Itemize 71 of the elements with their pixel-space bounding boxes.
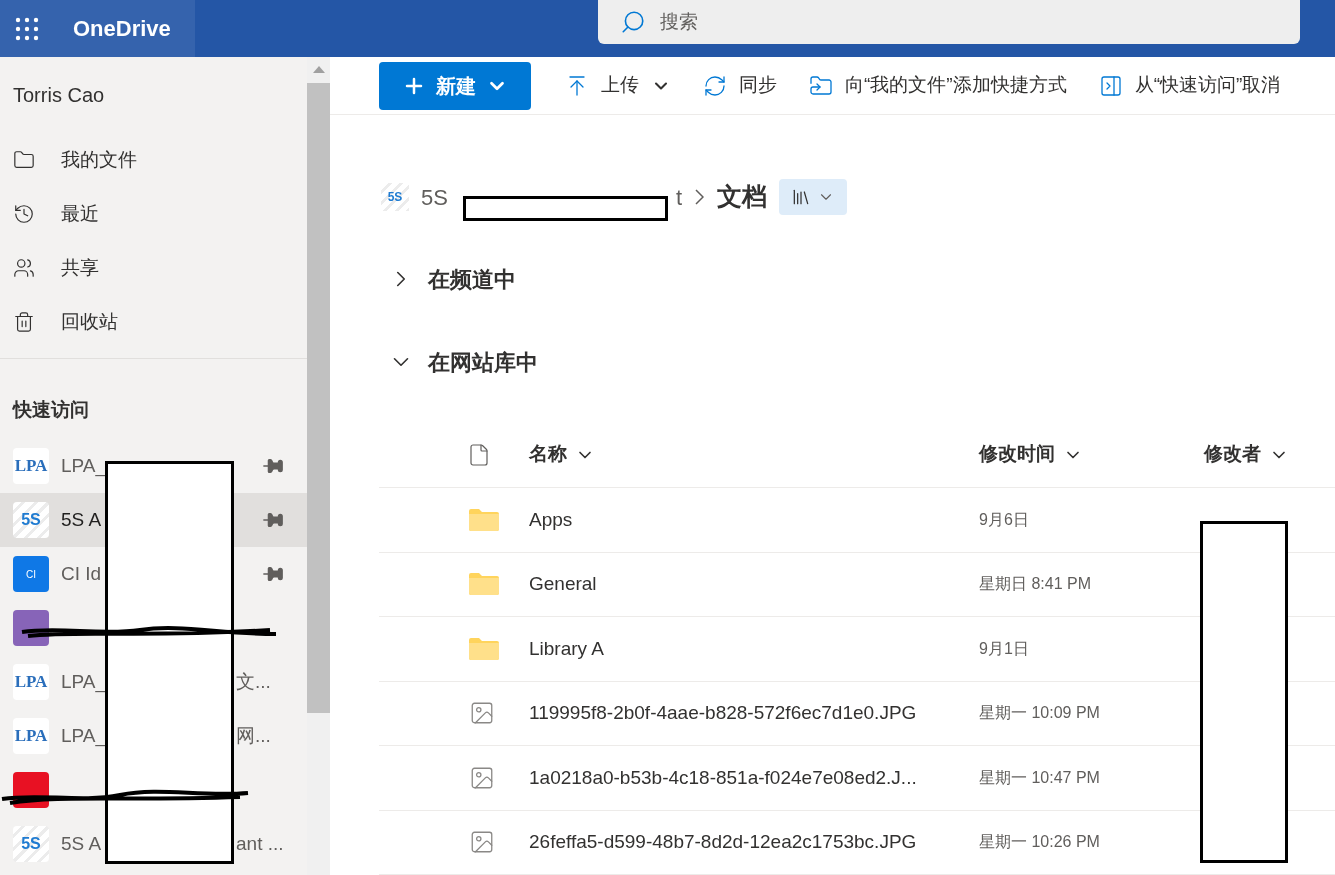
modified-time: 星期一 10:47 PM (979, 767, 1101, 788)
panel-icon (1098, 73, 1123, 98)
bin-icon (13, 311, 35, 333)
nav-item[interactable]: 最近 (0, 187, 307, 241)
nav-item[interactable]: 共享 (0, 241, 307, 295)
site-name: 5S A (61, 507, 102, 532)
site-name: LPA_ (61, 723, 107, 749)
scrollbar[interactable] (307, 57, 330, 875)
view-switcher-button[interactable] (779, 179, 848, 215)
site-name: 网... (236, 723, 271, 748)
toolbar-button[interactable]: 从“快速访问”取消 (1098, 71, 1281, 100)
file-name[interactable]: 1a0218a0-b53b-4c18-851a-f024e7e08ed2.J... (529, 763, 979, 792)
file-name[interactable]: 26feffa5-d599-48b7-8d2d-12ea2c1753bc.JPG (529, 828, 979, 857)
modified-time: 9月6日 (979, 509, 1030, 530)
user-name: Torris Cao (12, 83, 106, 108)
modified-time: 星期日 8:41 PM (979, 574, 1093, 595)
quick-access-item[interactable]: 5S 5S A ant ... (0, 817, 307, 871)
folder-icon (469, 508, 499, 531)
folder-link-icon (809, 73, 833, 98)
quick-access-item[interactable]: CI CI Id (0, 547, 307, 601)
toolbar-button[interactable]: 向“我的文件”添加快捷方式 (809, 71, 1067, 100)
section-toggle[interactable]: 在频道中 (388, 261, 1335, 297)
site-logo: LPA (13, 448, 49, 484)
chevron-right-icon (695, 189, 705, 205)
folder-icon (469, 573, 499, 596)
modified-time: 星期一 10:26 PM (979, 832, 1101, 853)
site-logo: 5S (13, 826, 49, 862)
modified-time: 星期一 10:09 PM (979, 703, 1101, 724)
column-header[interactable]: 修改者 (1204, 440, 1335, 469)
site-name: 5S A (61, 831, 102, 856)
file-name[interactable]: 119995f8-2b0f-4aae-b828-572f6ec7d1e0.JPG (529, 699, 979, 728)
modified-time: 9月1日 (979, 638, 1030, 659)
search-field[interactable]: 搜索 (598, 0, 1300, 44)
site-name: CI Id (61, 561, 102, 586)
app-title[interactable]: OneDrive (73, 12, 171, 45)
sync-icon (703, 73, 727, 98)
column-header[interactable]: 修改时间 (979, 440, 1204, 469)
breadcrumb-current: 文档 (717, 181, 768, 213)
folder-icon (13, 149, 35, 171)
section-heading: 快速访问 (11, 397, 90, 422)
quick-access-item[interactable]: LPA LPA_ 文... (0, 655, 307, 709)
site-logo: LPA (13, 718, 49, 754)
folder-icon (469, 637, 499, 660)
toolbar-button[interactable]: 同步 (703, 71, 777, 100)
search-input[interactable]: 搜索 (660, 7, 1278, 37)
site-logo: CI (13, 556, 49, 592)
nav-item[interactable]: 回收站 (0, 295, 307, 349)
file-name[interactable]: General (529, 570, 979, 599)
column-header[interactable]: 名称 (529, 440, 979, 469)
file-type-icon (467, 442, 491, 467)
breadcrumb-link[interactable]: t (675, 180, 683, 214)
site-logo: LPA (13, 664, 49, 700)
upload-button[interactable]: 上传 (565, 71, 671, 100)
site-name: LPA_ (61, 453, 107, 479)
nav-item[interactable]: 我的文件 (0, 133, 307, 187)
quick-access-item[interactable]: LPA LPA_ 网... (0, 709, 307, 763)
new-button[interactable]: 新建 (379, 61, 531, 110)
scrollbar-thumb[interactable] (307, 83, 330, 713)
search-icon (620, 9, 646, 35)
file-name[interactable]: Apps (529, 505, 979, 534)
waffle-icon (15, 16, 39, 41)
site-name: 文... (236, 669, 271, 694)
site-name: LPA_ (61, 669, 107, 695)
people-icon (13, 257, 35, 279)
breadcrumb-link[interactable]: 5S (421, 180, 448, 214)
clock-icon (13, 203, 35, 225)
site-logo: 5S (381, 183, 409, 211)
section-toggle[interactable]: 在网站库中 (388, 344, 1335, 380)
site-logo: 5S (13, 502, 49, 538)
site-name: ant ... (236, 831, 284, 856)
file-name[interactable]: Library A (529, 634, 979, 663)
